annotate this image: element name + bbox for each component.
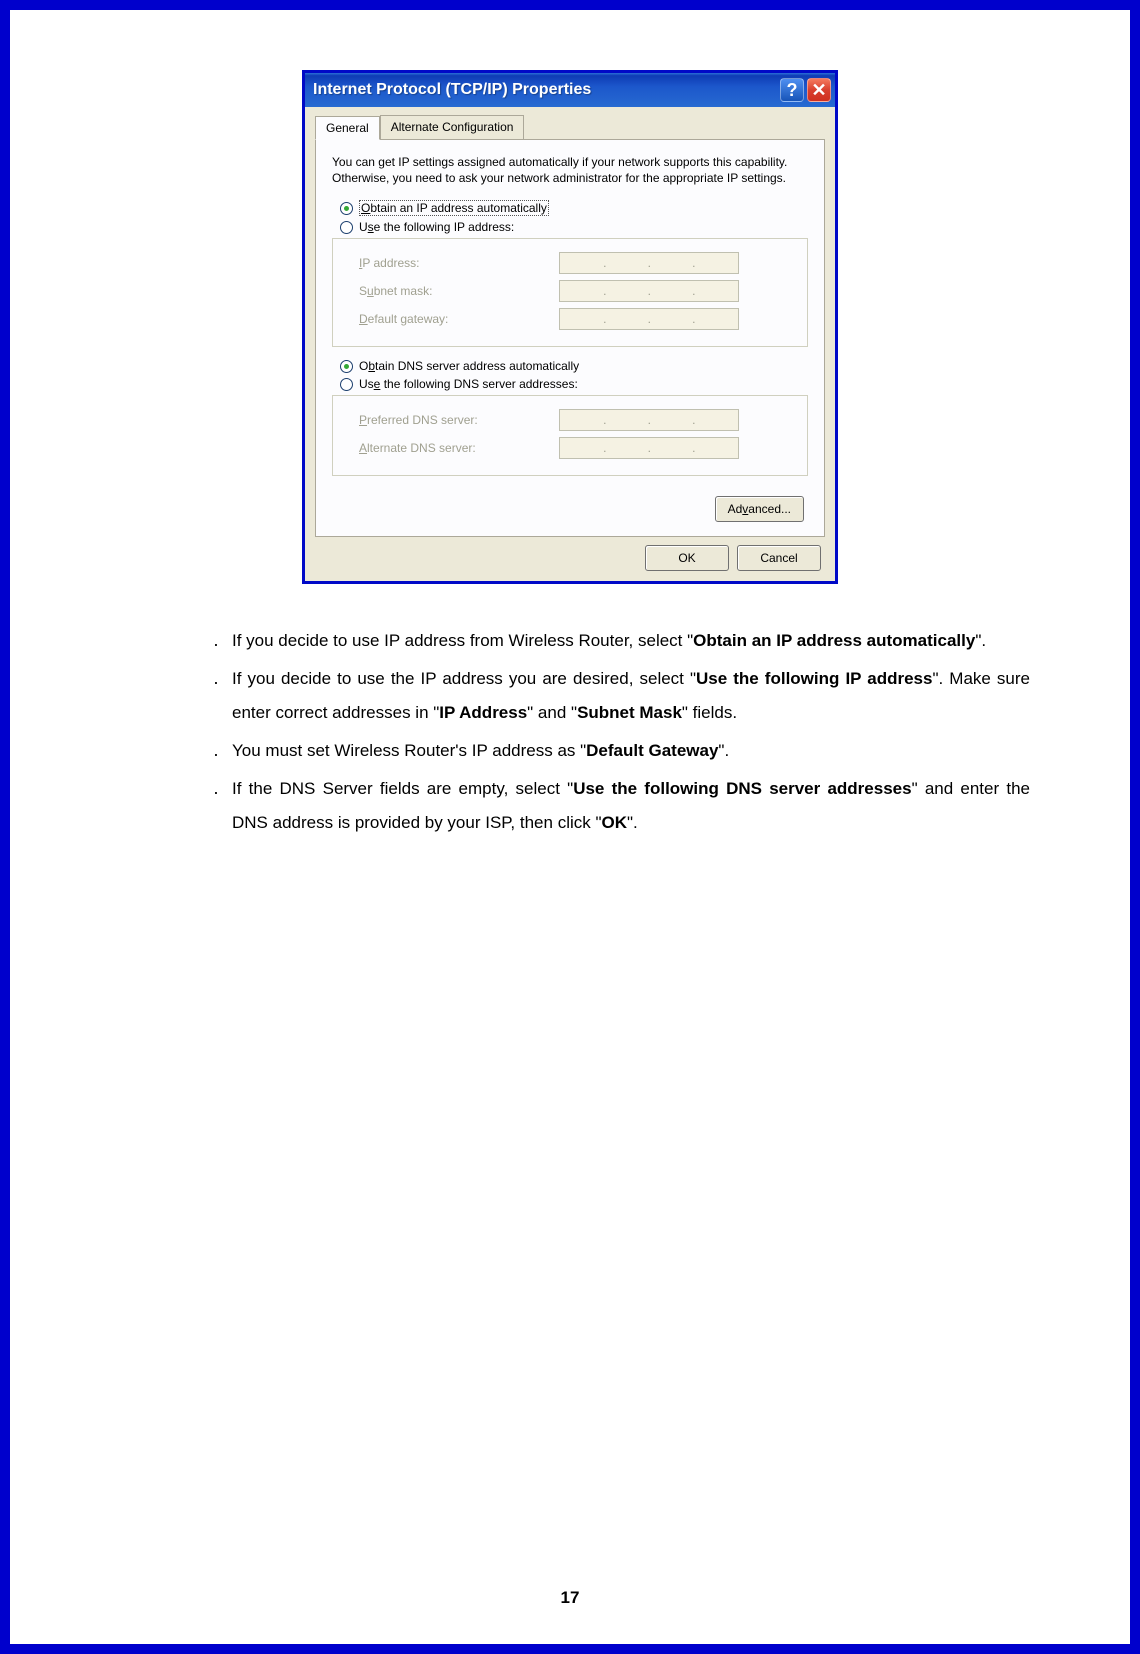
tab-alternate[interactable]: Alternate Configuration	[380, 115, 525, 139]
list-item: ․ If you decide to use the IP address yo…	[200, 662, 1030, 730]
close-icon[interactable]: ✕	[807, 78, 831, 102]
list-item: ․ If the DNS Server fields are empty, se…	[200, 772, 1030, 840]
alternate-dns-input[interactable]	[559, 437, 739, 459]
ip-address-input[interactable]	[559, 252, 739, 274]
titlebar-buttons: ? ✕	[780, 78, 831, 102]
bullet-icon: ․	[200, 734, 232, 768]
list-item: ․ You must set Wireless Router's IP addr…	[200, 734, 1030, 768]
radio-label: Obtain DNS server address automatically	[359, 359, 579, 373]
preferred-dns-label: Preferred DNS server:	[343, 413, 559, 427]
field-alternate-dns: Alternate DNS server:	[343, 437, 797, 459]
ip-address-label: IP address:	[343, 256, 559, 270]
inner-button-row: Advanced...	[332, 488, 808, 522]
subnet-mask-label: Subnet mask:	[343, 284, 559, 298]
default-gateway-label: Default gateway:	[343, 312, 559, 326]
tab-panel: You can get IP settings assigned automat…	[315, 140, 825, 537]
radio-use-following-dns[interactable]: Use the following DNS server addresses:	[332, 377, 808, 391]
radio-use-following-ip[interactable]: Use the following IP address:	[332, 220, 808, 234]
default-gateway-input[interactable]	[559, 308, 739, 330]
titlebar: Internet Protocol (TCP/IP) Properties ? …	[305, 73, 835, 107]
dialog-body: General Alternate Configuration You can …	[305, 107, 835, 581]
radio-label: Use the following IP address:	[359, 220, 514, 234]
radio-icon	[340, 360, 353, 373]
page-number: 17	[80, 1588, 1060, 1608]
radio-label: Obtain an IP address automatically	[359, 200, 549, 216]
list-item-text: You must set Wireless Router's IP addres…	[232, 734, 1030, 768]
tabstrip: General Alternate Configuration	[315, 115, 825, 140]
help-icon[interactable]: ?	[780, 78, 804, 102]
description-text: You can get IP settings assigned automat…	[332, 154, 808, 186]
radio-icon	[340, 378, 353, 391]
dns-fields-group: Preferred DNS server: Alternate DNS serv…	[332, 395, 808, 476]
bullet-icon: ․	[200, 662, 232, 730]
window-title: Internet Protocol (TCP/IP) Properties	[313, 81, 591, 99]
field-subnet-mask: Subnet mask:	[343, 280, 797, 302]
radio-obtain-ip-auto[interactable]: Obtain an IP address automatically	[332, 200, 808, 216]
alternate-dns-label: Alternate DNS server:	[343, 441, 559, 455]
advanced-button[interactable]: Advanced...	[715, 496, 804, 522]
xp-dialog: Internet Protocol (TCP/IP) Properties ? …	[305, 73, 835, 581]
ok-button[interactable]: OK	[645, 545, 729, 571]
radio-label: Use the following DNS server addresses:	[359, 377, 578, 391]
list-item-text: If the DNS Server fields are empty, sele…	[232, 772, 1030, 840]
bullet-icon: ․	[200, 772, 232, 840]
preferred-dns-input[interactable]	[559, 409, 739, 431]
dialog-button-row: OK Cancel	[315, 537, 825, 571]
radio-obtain-dns-auto[interactable]: Obtain DNS server address automatically	[332, 359, 808, 373]
list-item-text: If you decide to use the IP address you …	[232, 662, 1030, 730]
subnet-mask-input[interactable]	[559, 280, 739, 302]
field-ip-address: IP address:	[343, 252, 797, 274]
cancel-button[interactable]: Cancel	[737, 545, 821, 571]
radio-icon	[340, 202, 353, 215]
field-preferred-dns: Preferred DNS server:	[343, 409, 797, 431]
xp-dialog-frame: Internet Protocol (TCP/IP) Properties ? …	[302, 70, 838, 584]
list-item-text: If you decide to use IP address from Wir…	[232, 624, 1030, 658]
instruction-list: ․ If you decide to use IP address from W…	[200, 624, 1030, 840]
list-item: ․ If you decide to use IP address from W…	[200, 624, 1030, 658]
field-default-gateway: Default gateway:	[343, 308, 797, 330]
tab-general[interactable]: General	[315, 116, 380, 140]
ip-fields-group: IP address: Subnet mask: D	[332, 238, 808, 347]
bullet-icon: ․	[200, 624, 232, 658]
radio-icon	[340, 221, 353, 234]
